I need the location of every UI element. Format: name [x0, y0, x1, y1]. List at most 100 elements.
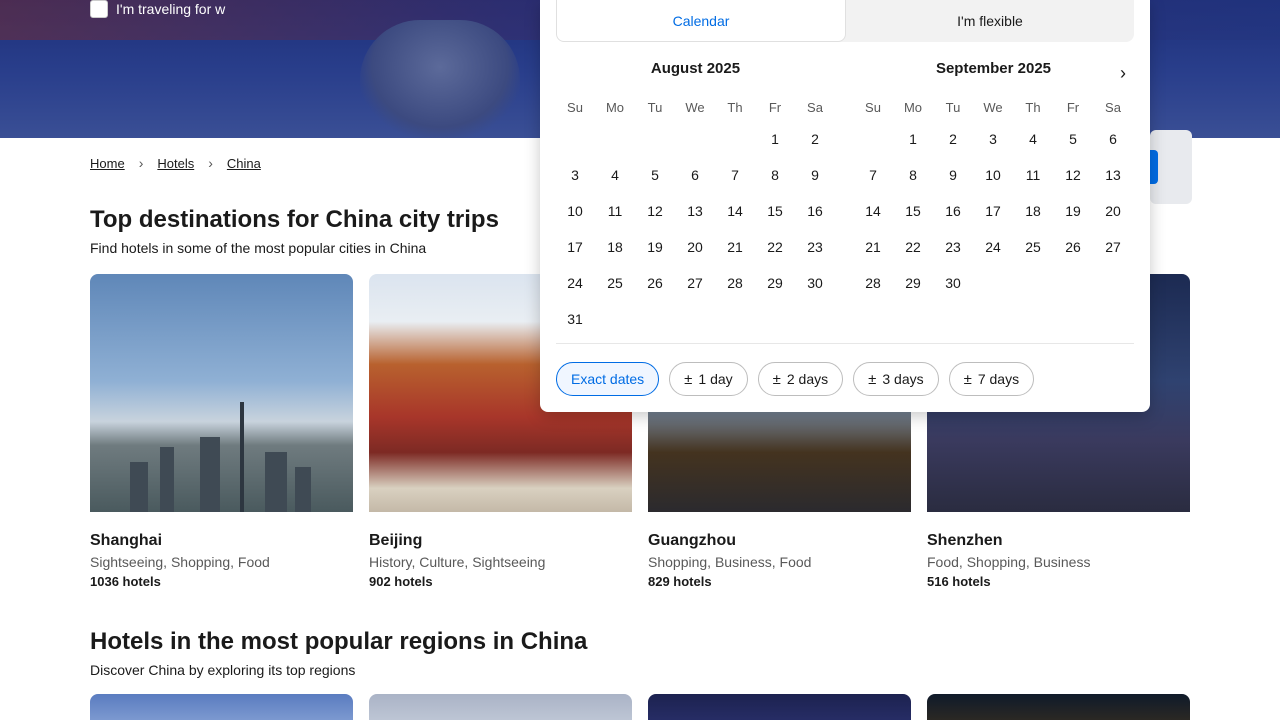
map-thumbnail[interactable]: [1150, 130, 1192, 204]
traveling-for-work-checkbox[interactable]: I'm traveling for w: [90, 0, 225, 18]
breadcrumb-home[interactable]: Home: [90, 156, 125, 171]
day-cell[interactable]: 22: [893, 229, 933, 265]
day-cell[interactable]: 30: [795, 265, 835, 301]
day-cell[interactable]: 19: [635, 229, 675, 265]
day-cell[interactable]: 12: [1053, 157, 1093, 193]
day-cell[interactable]: 15: [893, 193, 933, 229]
section-subtitle-popular-regions: Discover China by exploring its top regi…: [90, 662, 356, 678]
day-cell[interactable]: 21: [853, 229, 893, 265]
day-cell[interactable]: 11: [1013, 157, 1053, 193]
day-cell[interactable]: 31: [555, 301, 595, 337]
day-cell[interactable]: 18: [1013, 193, 1053, 229]
city-hotel-count[interactable]: 902 hotels: [369, 574, 632, 589]
day-cell[interactable]: 5: [635, 157, 675, 193]
region-card[interactable]: [90, 694, 353, 720]
tab-calendar[interactable]: Calendar: [556, 0, 846, 42]
day-cell[interactable]: 30: [933, 265, 973, 301]
day-cell[interactable]: 27: [1093, 229, 1133, 265]
day-cell[interactable]: 21: [715, 229, 755, 265]
day-cell[interactable]: 14: [715, 193, 755, 229]
day-cell[interactable]: 15: [755, 193, 795, 229]
day-cell[interactable]: 6: [1093, 121, 1133, 157]
flex-chip[interactable]: ±1 day: [669, 362, 748, 396]
tab-flexible[interactable]: I'm flexible: [846, 0, 1134, 42]
day-cell[interactable]: 18: [595, 229, 635, 265]
day-cell[interactable]: 2: [933, 121, 973, 157]
city-hotel-count[interactable]: 1036 hotels: [90, 574, 353, 589]
date-picker-tabs: Calendar I'm flexible: [556, 0, 1134, 42]
day-cell[interactable]: 3: [555, 157, 595, 193]
region-card[interactable]: [927, 694, 1190, 720]
breadcrumb-china[interactable]: China: [227, 156, 261, 171]
flex-chip[interactable]: ±2 days: [757, 362, 844, 396]
day-cell[interactable]: 23: [795, 229, 835, 265]
map-button[interactable]: [1150, 150, 1158, 184]
city-tags: History, Culture, Sightseeing: [369, 554, 546, 570]
divider: [556, 343, 1134, 344]
day-cell[interactable]: 10: [973, 157, 1013, 193]
day-cell[interactable]: 1: [755, 121, 795, 157]
day-cell[interactable]: 25: [595, 265, 635, 301]
day-cell[interactable]: 12: [635, 193, 675, 229]
day-cell[interactable]: 28: [853, 265, 893, 301]
city-name[interactable]: Shanghai: [90, 532, 353, 550]
region-card[interactable]: [648, 694, 911, 720]
month-title: August 2025: [650, 60, 741, 77]
city-name[interactable]: Guangzhou: [648, 532, 911, 550]
day-cell[interactable]: 22: [755, 229, 795, 265]
breadcrumb-hotels[interactable]: Hotels: [157, 156, 194, 171]
day-cell[interactable]: 27: [675, 265, 715, 301]
day-cell[interactable]: 26: [1053, 229, 1093, 265]
calendar-month-august: August 2025 Su Mo Tu We Th Fr Sa 1 2 3 4 5 6 7 8 9 10 11…: [555, 60, 836, 337]
day-cell[interactable]: 29: [893, 265, 933, 301]
day-cell[interactable]: 17: [973, 193, 1013, 229]
city-hotel-count[interactable]: 829 hotels: [648, 574, 911, 589]
day-cell[interactable]: 29: [755, 265, 795, 301]
day-cell[interactable]: 9: [795, 157, 835, 193]
flex-chip[interactable]: Exact dates: [556, 362, 660, 396]
day-grid: 1 2 3 4 5 6 7 8 9 10 11 12 13 14 15 16 17 18 19 20 21 22 23 24 2…: [555, 121, 836, 337]
day-cell[interactable]: 20: [1093, 193, 1133, 229]
day-cell[interactable]: 4: [1013, 121, 1053, 157]
day-cell[interactable]: 2: [795, 121, 835, 157]
day-cell[interactable]: 5: [1053, 121, 1093, 157]
day-cell[interactable]: 8: [893, 157, 933, 193]
city-card-shanghai[interactable]: Shanghai Sightseeing, Shopping, Food 103…: [90, 274, 353, 594]
day-cell[interactable]: 13: [1093, 157, 1133, 193]
day-cell[interactable]: 11: [595, 193, 635, 229]
region-card[interactable]: [369, 694, 632, 720]
day-cell[interactable]: 20: [675, 229, 715, 265]
day-cell[interactable]: 1: [893, 121, 933, 157]
day-cell[interactable]: 26: [635, 265, 675, 301]
day-cell[interactable]: 24: [973, 229, 1013, 265]
day-cell[interactable]: 24: [555, 265, 595, 301]
city-hotel-count[interactable]: 516 hotels: [927, 574, 1190, 589]
city-name[interactable]: Beijing: [369, 532, 632, 550]
day-cell[interactable]: 17: [555, 229, 595, 265]
flexibility-chips: Exact dates ±1 day ±2 days ±3 days ±7 days: [556, 362, 1035, 396]
day-empty: [595, 121, 635, 157]
day-cell[interactable]: 7: [853, 157, 893, 193]
day-cell[interactable]: 3: [973, 121, 1013, 157]
day-cell[interactable]: 16: [933, 193, 973, 229]
day-cell[interactable]: 10: [555, 193, 595, 229]
day-cell[interactable]: 7: [715, 157, 755, 193]
day-cell[interactable]: 13: [675, 193, 715, 229]
weekday-label: Fr: [768, 100, 782, 115]
day-cell[interactable]: 14: [853, 193, 893, 229]
day-cell[interactable]: 25: [1013, 229, 1053, 265]
day-cell[interactable]: 9: [933, 157, 973, 193]
checkbox-box[interactable]: [90, 0, 108, 18]
weekday-header: Su Mo Tu We Th Fr Sa: [555, 100, 836, 115]
day-cell[interactable]: 8: [755, 157, 795, 193]
day-cell[interactable]: 6: [675, 157, 715, 193]
day-cell[interactable]: 16: [795, 193, 835, 229]
day-cell[interactable]: 19: [1053, 193, 1093, 229]
city-name[interactable]: Shenzhen: [927, 532, 1190, 550]
flex-chip[interactable]: ±7 days: [948, 362, 1035, 396]
flex-chip[interactable]: ±3 days: [853, 362, 939, 396]
day-cell[interactable]: 4: [595, 157, 635, 193]
day-cell[interactable]: 23: [933, 229, 973, 265]
day-cell[interactable]: 28: [715, 265, 755, 301]
city-image-shanghai[interactable]: [90, 274, 353, 512]
